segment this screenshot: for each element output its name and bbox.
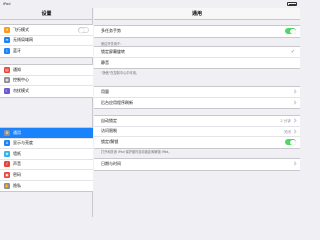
checkmark-icon: ✓ [290, 49, 295, 55]
sidebar-item-label: 显示与亮度 [13, 140, 33, 146]
notifications-icon: ▤ [4, 66, 10, 73]
restrictions-label: 访问限制 [101, 128, 117, 134]
background-refresh-row[interactable]: 后台应用程序刷新 [94, 98, 300, 109]
sidebar-item-control-center[interactable]: ◉ 控制中心 [0, 76, 93, 86]
sidebar-item-bluetooth[interactable]: ᛒ 蓝牙 [0, 46, 93, 57]
multitasking-gestures-label: 多任务手势 [101, 28, 121, 34]
date-time-label: 日期与时间 [101, 161, 121, 167]
toggle-knob [290, 139, 296, 145]
lock-unlock-toggle[interactable] [285, 139, 296, 146]
sidebar-item-privacy[interactable]: ✋ 隐私 [0, 181, 93, 192]
date-time-row[interactable]: 日期与时间 [94, 159, 300, 170]
auto-lock-value: 2 分钟 [280, 119, 291, 123]
restrictions-value: 关闭 [283, 129, 291, 134]
sidebar-item-label: 控制中心 [13, 77, 29, 83]
sidebar-item-label: 飞行模式 [13, 26, 29, 32]
bluetooth-icon: ᛒ [4, 48, 10, 55]
battery-icon [287, 2, 297, 6]
status-bar: iPad [0, 0, 300, 8]
sidebar-item-passcode[interactable]: ▣ 密码 [0, 170, 93, 181]
auto-lock-label: 自动锁定 [101, 117, 117, 123]
sidebar-item-label: 密码 [13, 171, 21, 177]
sidebar-item-general[interactable]: ⚙ 通用 [0, 128, 93, 139]
chevron-right-icon [292, 118, 297, 124]
chevron-right-icon [292, 161, 297, 167]
chevron-right-icon [292, 89, 297, 95]
lock-unlock-row: 锁定/解锁 [94, 137, 300, 148]
lock-group: 自动锁定 2 分钟 访问限制 关闭 锁定/解锁 [94, 115, 300, 149]
sidebar-item-airplane-mode[interactable]: ✈ 飞行模式 [0, 25, 93, 36]
passcode-icon: ▣ [4, 171, 10, 178]
multitasking-group: 多任务手势 [94, 25, 300, 38]
sidebar-item-label: 墙纸 [13, 150, 21, 156]
airplane-mode-toggle[interactable] [78, 27, 89, 34]
lock-rotation-label: 锁定屏幕旋转 [101, 48, 125, 54]
sidebar-item-label: 隐私 [13, 182, 21, 188]
side-switch-group: 锁定屏幕旋转 ✓ 静音 [94, 46, 300, 69]
usage-row[interactable]: 用量 [94, 87, 300, 98]
mute-label: 静音 [101, 59, 109, 65]
sidebar-item-wifi[interactable]: ≋ 无线局域网 [0, 36, 93, 46]
multitasking-gestures-row: 多任务手势 [94, 26, 300, 37]
rotation-footnote: "静音"在控制中心中可用。 [101, 71, 139, 75]
restrictions-row[interactable]: 访问限制 关闭 [94, 127, 300, 137]
sidebar-item-wallpaper[interactable]: ❀ 墙纸 [0, 149, 93, 160]
sidebar-item-label: 声音 [13, 161, 21, 167]
sidebar-item-label: 通用 [13, 129, 21, 135]
sidebar-item-label: 蓝牙 [13, 48, 21, 54]
privacy-icon: ✋ [4, 182, 10, 189]
do-not-disturb-icon: ☾ [4, 88, 10, 95]
sidebar-item-label: 勿扰模式 [13, 88, 29, 94]
mute-row[interactable]: 静音 [94, 58, 300, 69]
date-time-group: 日期与时间 [94, 158, 300, 171]
usage-label: 用量 [101, 88, 109, 94]
toggle-knob [79, 28, 85, 34]
sidebar-item-sounds[interactable]: ♪ 声音 [0, 160, 93, 170]
auto-lock-row[interactable]: 自动锁定 2 分钟 [94, 116, 300, 127]
sidebar-item-notifications[interactable]: ▤ 通知 [0, 65, 93, 76]
usage-group: 用量 后台应用程序刷新 [94, 86, 300, 109]
sidebar-item-label: 通知 [13, 66, 21, 72]
gear-icon: ⚙ [4, 129, 10, 136]
sidebar-item-do-not-disturb[interactable]: ☾ 勿扰模式 [0, 86, 93, 97]
wallpaper-icon: ❀ [4, 150, 10, 157]
chevron-right-icon [292, 129, 297, 134]
lock-footnote: 打开和关闭 iPad 保护套时自动锁定和解锁 iPad。 [101, 150, 172, 154]
background-refresh-label: 后台应用程序刷新 [101, 99, 133, 105]
sidebar-item-display-brightness[interactable]: A 显示与亮度 [0, 139, 93, 149]
sidebar-group-general: ⚙ 通用 A 显示与亮度 ❀ 墙纸 ♪ 声音 ▣ 密码 ✋ 隐私 [0, 127, 93, 192]
lock-rotation-row[interactable]: 锁定屏幕旋转 ✓ [94, 47, 300, 58]
display-icon: A [4, 140, 10, 147]
page-title: 通用 [94, 8, 300, 20]
chevron-right-icon [292, 100, 297, 105]
airplane-icon: ✈ [4, 26, 10, 33]
sidebar-title: 设置 [0, 8, 93, 20]
sidebar: 设置 ✈ 飞行模式 ≋ 无线局域网 ᛒ 蓝牙 ▤ 通知 ◉ 控制中心 ☾ 勿扰模… [0, 8, 93, 217]
lock-unlock-label: 锁定/解锁 [101, 139, 119, 145]
toggle-knob [290, 28, 296, 34]
sidebar-item-label: 无线局域网 [13, 37, 33, 43]
multitasking-gestures-toggle[interactable] [285, 28, 296, 35]
sound-icon: ♪ [4, 161, 10, 168]
control-center-icon: ◉ [4, 77, 10, 84]
sidebar-group-notifications: ▤ 通知 ◉ 控制中心 ☾ 勿扰模式 [0, 64, 93, 98]
sidebar-group-connectivity: ✈ 飞行模式 ≋ 无线局域网 ᛒ 蓝牙 [0, 24, 93, 58]
carrier-label: iPad [3, 2, 11, 6]
wifi-icon: ≋ [4, 37, 10, 44]
detail-pane: 通用 多任务手势 侧边开关用于： 锁定屏幕旋转 ✓ 静音 "静音"在控制中心中可… [94, 8, 300, 217]
